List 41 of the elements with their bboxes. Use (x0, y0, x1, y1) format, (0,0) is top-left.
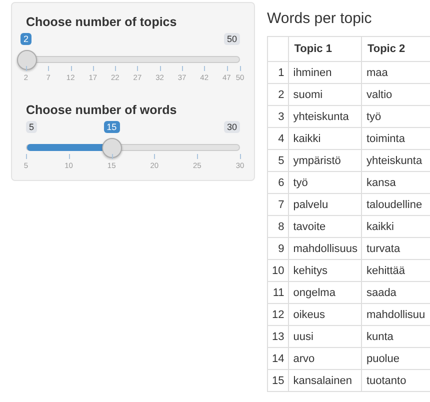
row-number: 9 (268, 238, 289, 260)
row-number: 14 (268, 348, 289, 370)
row-number: 11 (268, 282, 289, 304)
row-number: 5 (268, 150, 289, 172)
row-number: 10 (268, 260, 289, 282)
table-cell: ihminen (288, 62, 362, 84)
value-label: 2 (20, 33, 32, 45)
column-header: Topic 1 (288, 36, 362, 62)
row-number: 15 (268, 370, 289, 392)
column-header (268, 36, 289, 62)
table-cell: kansalainen (288, 370, 362, 392)
row-number: 1 (268, 62, 289, 84)
row-number: 2 (268, 84, 289, 106)
row-number: 6 (268, 172, 289, 194)
table-cell: kehitys (288, 260, 362, 282)
table-cell: ongelma (288, 282, 362, 304)
table-cell: kaikki (288, 128, 362, 150)
min-value: 5 (26, 121, 38, 133)
table-cell: oikeus (288, 304, 362, 326)
table-cell: ympäristö (288, 150, 362, 172)
slider-label: Choose number of words (26, 103, 178, 117)
table-cell: uusi (288, 326, 362, 348)
table-cell: palvelu (288, 194, 362, 216)
row-number: 13 (268, 326, 289, 348)
table-title: Words per topic (267, 10, 373, 27)
column-header: Topic 2 (362, 36, 430, 62)
max-value: 50 (224, 33, 240, 45)
table-cell: työ (288, 172, 362, 194)
max-value: 30 (224, 121, 240, 133)
table-cell: suomi (288, 84, 362, 106)
slider-label: Choose number of topics (26, 15, 178, 29)
row-number: 12 (268, 304, 289, 326)
row-number: 3 (268, 106, 289, 128)
table-cell: arvo (288, 348, 362, 370)
row-number: 4 (268, 128, 289, 150)
table-cell: yhteiskunta (288, 106, 362, 128)
row-number: 7 (268, 194, 289, 216)
value-label: 15 (104, 121, 120, 133)
table-cell: tavoite (288, 216, 362, 238)
row-number: 8 (268, 216, 289, 238)
table-cell: mahdollisuus (288, 238, 362, 260)
